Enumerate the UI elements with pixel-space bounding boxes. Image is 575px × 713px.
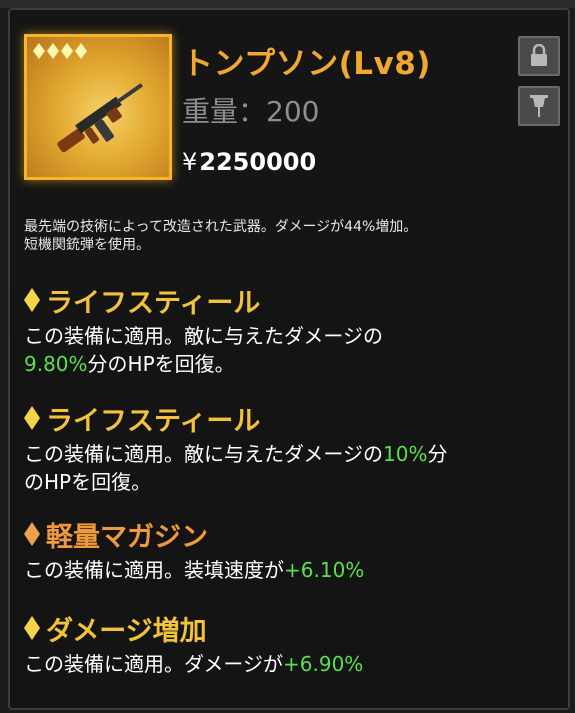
tommy-gun-icon <box>57 83 144 153</box>
perk-description: この装備に適用。敵に与えたダメージの 9.80%分のHPを回復。 <box>24 322 569 378</box>
perk-value: 10% <box>383 442 428 466</box>
description-line: 最先端の技術によって改造された武器。ダメージが44%増加。 <box>24 219 418 235</box>
item-name: トンプソン(Lv8) <box>182 46 431 82</box>
perk-desc-text: この装備に適用。装填速度が <box>24 558 284 582</box>
perk-lifesteal-2: ライフスティール この装備に適用。敵に与えたダメージの10%分 のHPを回復。 <box>24 400 569 496</box>
diamond-icon <box>47 43 59 59</box>
perk-desc-text: のHPを回復。 <box>24 470 152 494</box>
diamond-icon <box>61 43 73 59</box>
perk-value: +6.90% <box>283 652 364 676</box>
perk-desc-text: この装備に適用。敵に与えたダメージの <box>24 442 383 466</box>
item-description: 最先端の技術によって改造された武器。ダメージが44%増加。 短機関銃弾を使用。 <box>24 218 564 254</box>
perk-desc-text: 分のHPを回復。 <box>87 352 235 376</box>
diamond-icon <box>75 43 87 59</box>
item-weight: 重量：200 <box>182 95 320 128</box>
diamond-icon <box>24 406 40 430</box>
description-line: 短機関銃弾を使用。 <box>24 237 150 253</box>
diamond-icon <box>24 616 40 640</box>
perk-title: ダメージ増加 <box>24 610 569 647</box>
diamond-icon <box>24 522 40 546</box>
item-thumbnail <box>24 34 172 180</box>
pin-button[interactable] <box>518 86 560 126</box>
perk-title: ライフスティール <box>24 282 569 319</box>
perk-description: この装備に適用。敵に与えたダメージの10%分 のHPを回復。 <box>24 440 569 496</box>
perk-desc-text: この装備に適用。ダメージが <box>24 652 283 676</box>
background-top-stripe <box>0 0 575 8</box>
perk-title-text: ダメージ増加 <box>46 615 207 647</box>
perk-value: +6.10% <box>284 558 365 582</box>
perk-lifesteal-1: ライフスティール この装備に適用。敵に与えたダメージの 9.80%分のHPを回復… <box>24 282 569 378</box>
perk-desc-text: この装備に適用。敵に与えたダメージの <box>24 324 383 348</box>
pin-icon <box>530 95 548 117</box>
diamond-icon <box>24 288 40 312</box>
rarity-diamonds <box>33 43 87 59</box>
perk-description: この装備に適用。装填速度が+6.10% <box>24 556 569 584</box>
price-value: 2250000 <box>199 148 317 176</box>
yen-symbol: ¥ <box>182 148 198 176</box>
item-price: ¥2250000 <box>182 148 316 176</box>
perk-value: 9.80% <box>24 352 88 376</box>
lock-button[interactable] <box>518 36 560 76</box>
perk-light-magazine: 軽量マガジン この装備に適用。装填速度が+6.10% <box>24 516 569 584</box>
perk-title-text: 軽量マガジン <box>46 521 208 553</box>
perk-title: ライフスティール <box>24 400 569 437</box>
diamond-icon <box>33 43 45 59</box>
perk-title-text: ライフスティール <box>46 287 261 319</box>
perk-desc-text: 分 <box>427 442 448 466</box>
perk-title-text: ライフスティール <box>46 405 261 437</box>
lock-icon <box>531 44 547 66</box>
perk-description: この装備に適用。ダメージが+6.90% <box>24 650 569 678</box>
perk-damage-increase: ダメージ増加 この装備に適用。ダメージが+6.90% <box>24 610 569 678</box>
perk-title: 軽量マガジン <box>24 516 569 553</box>
